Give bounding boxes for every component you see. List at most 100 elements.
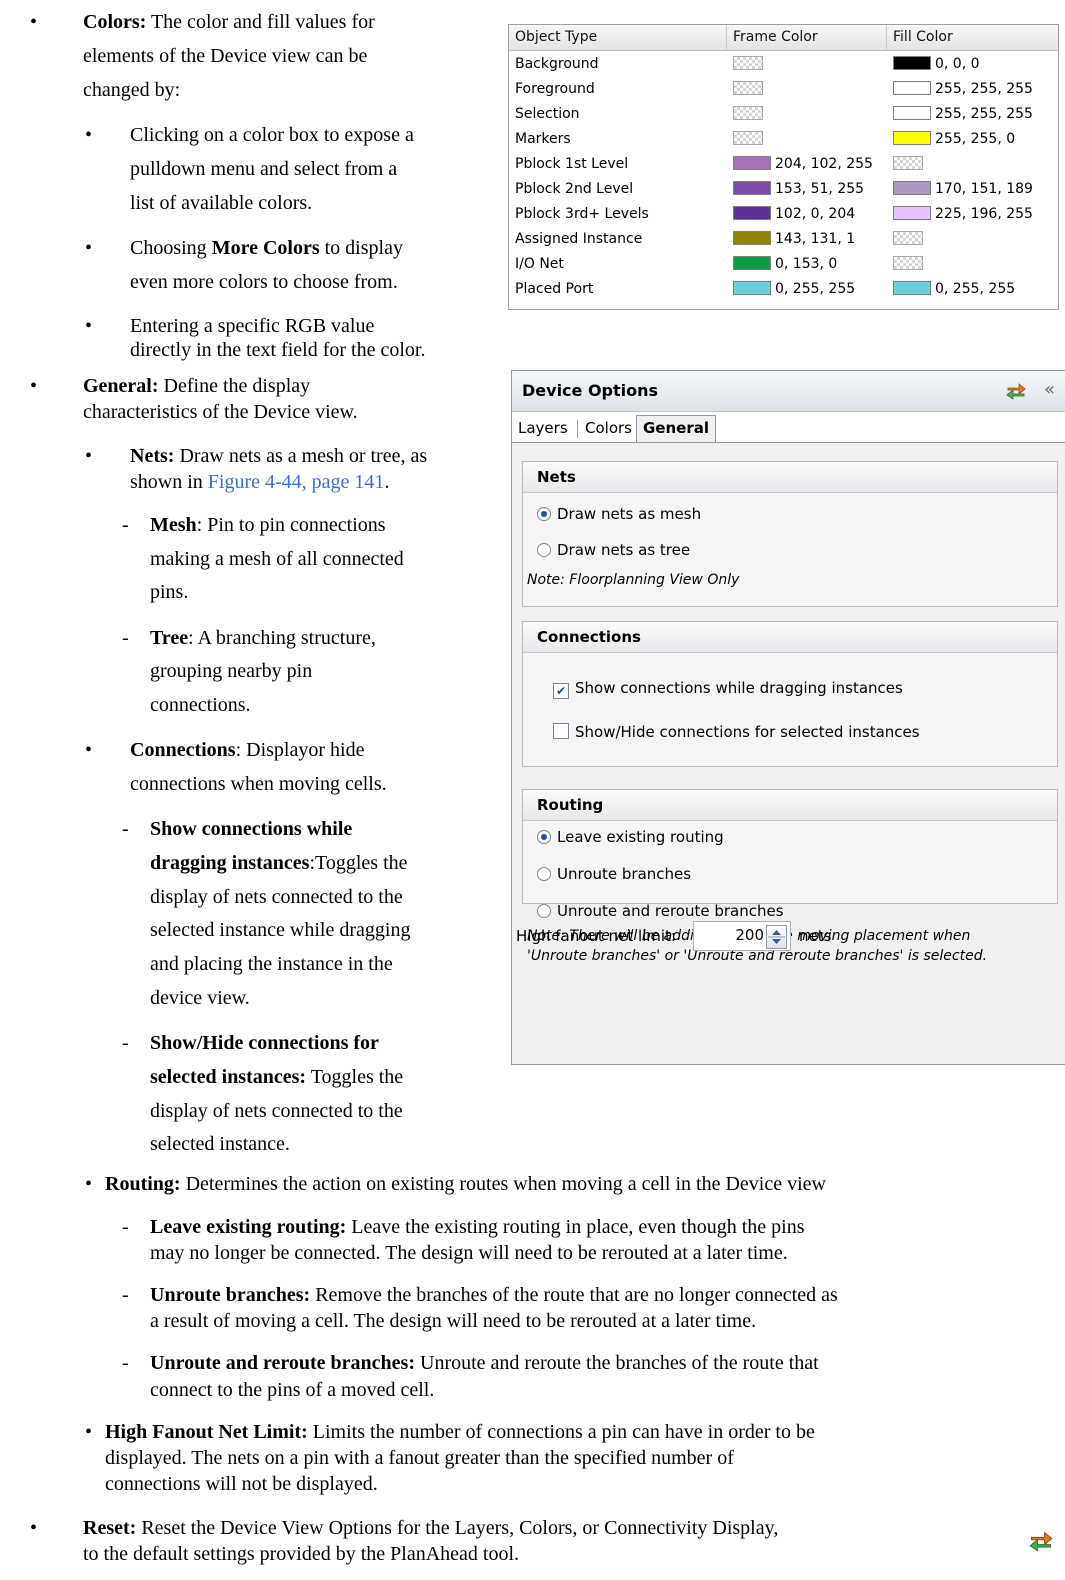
color-value[interactable]: 255, 255, 0 [935,131,1015,147]
frame-color-cell[interactable] [733,127,767,152]
table-row[interactable]: Assigned Instance 143, 131, 1 [509,227,1058,252]
fill-color-cell[interactable] [893,227,927,252]
color-value[interactable]: 0, 153, 0 [775,256,837,272]
table-row[interactable]: Pblock 1st Level 204, 102, 255 [509,152,1058,177]
frame-color-cell[interactable]: 143, 131, 1 [733,227,855,252]
column-header-frame-color[interactable]: Frame Color [727,25,887,50]
fanout-value[interactable]: 200 [735,926,764,944]
fill-color-cell[interactable]: 255, 255, 255 [893,102,1033,127]
column-header-fill-color[interactable]: Fill Color [887,25,1058,50]
color-swatch[interactable] [733,156,771,170]
bullet-glyph: • [30,11,38,33]
dash-glyph: - [122,1032,129,1054]
radio-draw-mesh[interactable]: Draw nets as mesh [537,504,701,524]
color-swatch[interactable] [893,81,931,95]
color-swatch[interactable] [733,206,771,220]
fill-color-cell[interactable]: 170, 151, 189 [893,177,1033,202]
color-swatch[interactable] [893,106,931,120]
connections-section: Connections ✔ Show connections while drag… [522,621,1058,767]
color-swatch[interactable] [893,206,931,220]
fill-color-cell[interactable] [893,252,927,277]
fill-color-cell[interactable] [893,152,927,177]
color-swatch[interactable] [893,131,931,145]
dash-glyph: - [122,1352,129,1374]
reset-icon[interactable] [1006,382,1026,400]
transparent-swatch-icon[interactable] [893,256,923,270]
fill-color-cell[interactable]: 225, 196, 255 [893,202,1033,227]
color-swatch[interactable] [893,56,931,70]
frame-color-cell[interactable]: 102, 0, 204 [733,202,855,227]
radio-icon [537,543,551,557]
table-row[interactable]: Markers 255, 255, 0 [509,127,1058,152]
collapse-icon[interactable]: « [1044,379,1055,400]
radio-draw-tree[interactable]: Draw nets as tree [537,540,690,560]
tab-general[interactable]: General [636,415,716,443]
table-row[interactable]: Selection 255, 255, 255 [509,102,1058,127]
color-value[interactable]: 0, 255, 255 [775,281,855,297]
color-value[interactable]: 0, 255, 255 [935,281,1015,297]
fill-color-cell[interactable]: 0, 0, 0 [893,52,980,77]
table-row[interactable]: Background 0, 0, 0 [509,52,1058,77]
color-swatch[interactable] [893,181,931,195]
radio-unroute-reroute[interactable]: Unroute and reroute branches [537,901,784,921]
color-swatch[interactable] [733,281,771,295]
dash-glyph: - [122,1216,129,1238]
fill-color-cell[interactable]: 255, 255, 0 [893,127,1015,152]
transparent-swatch-icon[interactable] [733,56,763,70]
frame-color-cell[interactable] [733,102,767,127]
fanout-spinner[interactable]: 200 [693,921,791,951]
fanout-unit: nets [799,927,832,945]
color-value[interactable]: 143, 131, 1 [775,231,855,247]
transparent-swatch-icon[interactable] [733,131,763,145]
transparent-swatch-icon[interactable] [893,156,923,170]
hide-conn-line4: selected instance. [150,1133,290,1155]
show-conn-line1: Show connections while [150,818,353,840]
reset-line2: to the default settings provided by the … [83,1543,520,1565]
fill-color-cell[interactable]: 0, 255, 255 [893,277,1015,302]
color-value[interactable]: 0, 0, 0 [935,56,980,72]
transparent-swatch-icon[interactable] [733,81,763,95]
object-type-cell: Selection [515,106,580,122]
radio-unroute-branches[interactable]: Unroute branches [537,864,691,884]
colors-sub2-line2: even more colors to choose from. [130,271,398,293]
tab-colors[interactable]: Colors [585,416,632,440]
checkbox-show-hide-connections[interactable]: Show/Hide connections for selected insta… [553,722,920,742]
color-value[interactable]: 255, 255, 255 [935,106,1033,122]
frame-color-cell[interactable] [733,77,767,102]
transparent-swatch-icon[interactable] [893,231,923,245]
bullet-glyph: • [30,1517,38,1539]
color-swatch[interactable] [733,256,771,270]
frame-color-cell[interactable]: 204, 102, 255 [733,152,873,177]
color-value[interactable]: 170, 151, 189 [935,181,1033,197]
color-value[interactable]: 255, 255, 255 [935,81,1033,97]
device-options-panel: Device Options « Layers Colors General N… [511,370,1065,1065]
table-row[interactable]: I/O Net 0, 153, 0 [509,252,1058,277]
nets-line2: shown in Figure 4-44, page 141. [130,471,390,493]
frame-color-cell[interactable]: 153, 51, 255 [733,177,864,202]
frame-color-cell[interactable]: 0, 255, 255 [733,277,855,302]
object-type-cell: Pblock 3rd+ Levels [515,206,649,222]
checkbox-show-connections-dragging[interactable]: ✔ Show connections while dragging instanc… [553,678,903,699]
table-row[interactable]: Pblock 2nd Level 153, 51, 255 170, 151, 18… [509,177,1058,202]
spinner-arrows-icon[interactable] [766,925,787,949]
color-swatch[interactable] [893,281,931,295]
color-swatch[interactable] [733,181,771,195]
show-conn-line2: dragging instances:Toggles the [150,852,408,874]
tab-layers[interactable]: Layers [518,416,568,440]
table-row[interactable]: Placed Port 0, 255, 255 0, 255, 255 [509,277,1058,302]
color-value[interactable]: 204, 102, 255 [775,156,873,172]
frame-color-cell[interactable]: 0, 153, 0 [733,252,837,277]
table-row[interactable]: Pblock 3rd+ Levels 102, 0, 204 225, 196, 2… [509,202,1058,227]
frame-color-cell[interactable] [733,52,767,77]
table-row[interactable]: Foreground 255, 255, 255 [509,77,1058,102]
transparent-swatch-icon[interactable] [733,106,763,120]
color-value[interactable]: 102, 0, 204 [775,206,855,222]
sub-bullet-glyph: • [85,315,93,337]
fill-color-cell[interactable]: 255, 255, 255 [893,77,1033,102]
column-header-object-type[interactable]: Object Type [509,25,727,50]
radio-leave-routing[interactable]: Leave existing routing [537,827,724,847]
color-value[interactable]: 225, 196, 255 [935,206,1033,222]
color-value[interactable]: 153, 51, 255 [775,181,864,197]
figure-link[interactable]: Figure 4-44, page 141 [208,471,385,493]
color-swatch[interactable] [733,231,771,245]
